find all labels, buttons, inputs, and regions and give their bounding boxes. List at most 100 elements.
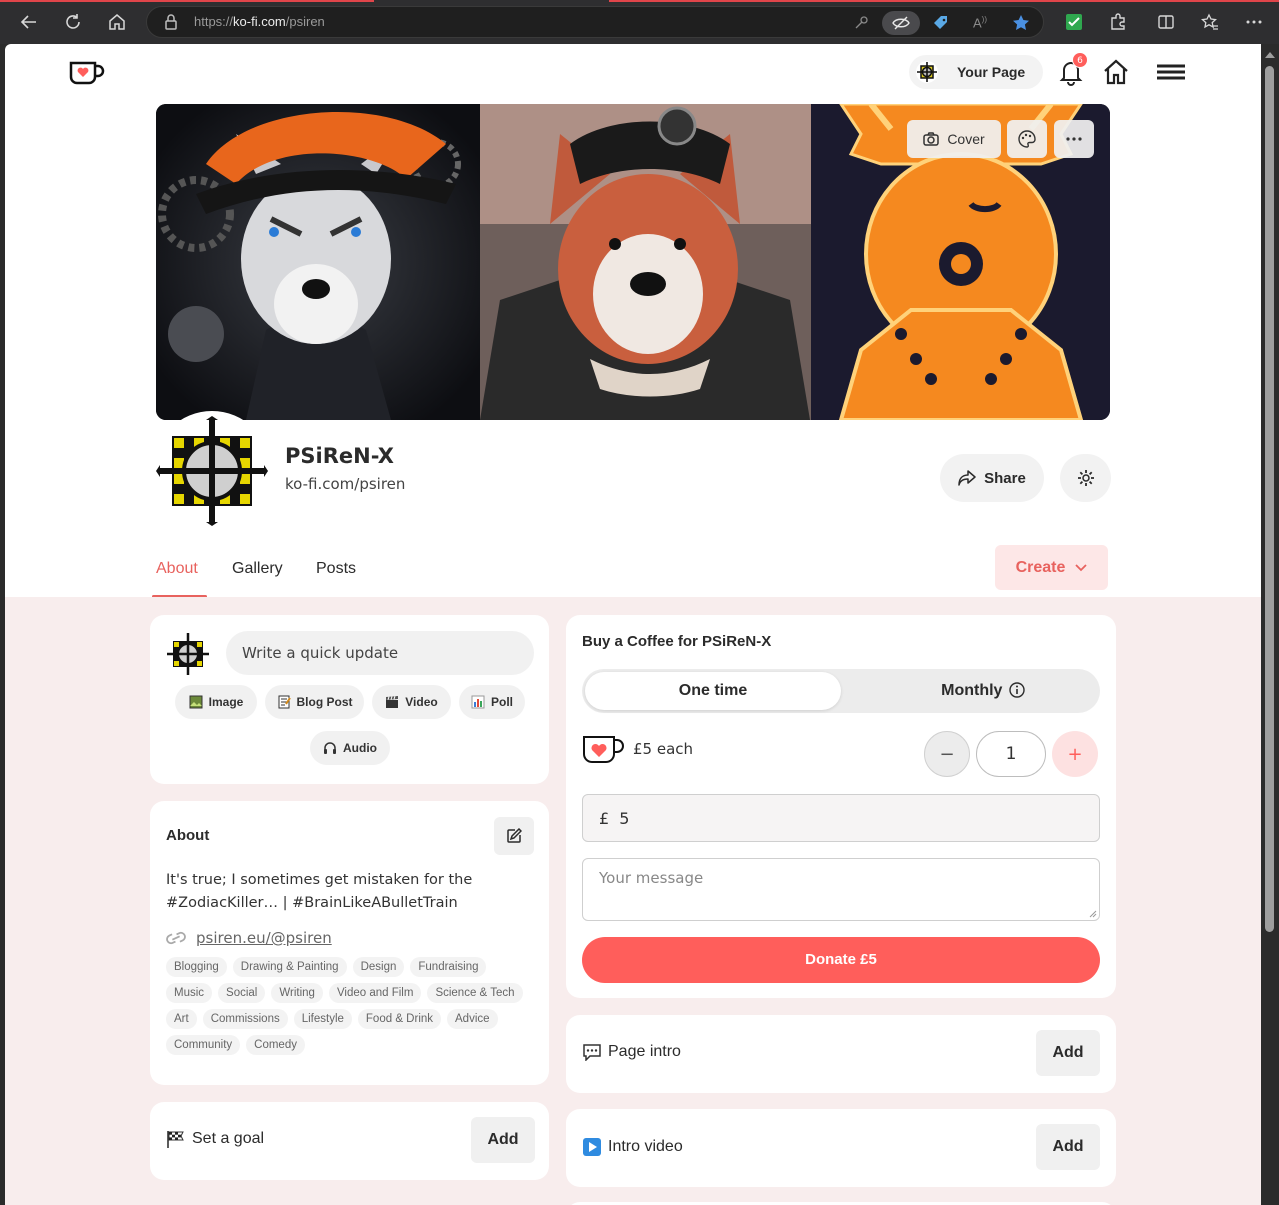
message-placeholder: Your message (599, 869, 704, 887)
goal-card: Set a goal Add (150, 1102, 549, 1180)
image-post-label: Image (208, 695, 244, 709)
coffee-title: Buy a Coffee for PSiReN-X (582, 633, 772, 650)
share-label: Share (984, 469, 1026, 487)
shopping-tag-icon[interactable] (929, 11, 953, 35)
profile-name: PSiReN-X (285, 444, 394, 468)
palette-button[interactable] (1007, 120, 1047, 158)
tag-chip[interactable]: Commissions (202, 1009, 288, 1029)
tag-chip[interactable]: Comedy (246, 1035, 305, 1055)
tab-gallery[interactable]: Gallery (232, 560, 283, 578)
tag-chip[interactable]: Music (166, 983, 213, 1003)
scroll-up-arrow[interactable] (1265, 52, 1275, 58)
favorite-star-icon[interactable] (1009, 11, 1033, 35)
intro-video-row: Intro video (582, 1137, 683, 1157)
tag-chip[interactable]: Art (166, 1009, 197, 1029)
headphones-icon (324, 742, 336, 754)
quick-update-input[interactable]: Write a quick update (226, 631, 534, 675)
split-screen-icon[interactable] (1152, 8, 1180, 36)
refresh-icon[interactable] (59, 8, 87, 36)
add-page-intro-button[interactable]: Add (1036, 1030, 1100, 1076)
info-icon[interactable] (1009, 682, 1025, 698)
scrollbar-thumb[interactable] (1265, 66, 1274, 932)
tag-chip[interactable]: Fundraising (410, 957, 487, 977)
increase-quantity-button[interactable]: + (1052, 731, 1098, 777)
video-post-button[interactable]: Video (372, 685, 451, 719)
cover-panel-dog (480, 104, 811, 420)
resize-handle-icon[interactable] (1089, 910, 1097, 918)
read-aloud-icon[interactable]: A)) (968, 11, 992, 35)
palette-icon (1018, 130, 1036, 148)
amount-value: 5 (619, 808, 630, 828)
amount-input[interactable]: £ 5 (582, 794, 1100, 842)
add-goal-button[interactable]: Add (471, 1117, 535, 1163)
tab-indicator (0, 0, 374, 2)
memo-icon (278, 695, 291, 709)
cover-button[interactable]: Cover (907, 120, 1001, 158)
create-dropdown-button[interactable]: Create (995, 545, 1108, 590)
tracking-prevention-icon[interactable] (882, 11, 920, 35)
share-button[interactable]: Share (940, 454, 1044, 502)
notification-badge: 6 (1072, 52, 1088, 68)
decrease-quantity-button[interactable]: − (924, 731, 970, 777)
profile-avatar[interactable] (156, 414, 268, 526)
goal-row: Set a goal (166, 1130, 264, 1148)
about-link[interactable]: psiren.eu/@psiren (166, 929, 332, 947)
share-icon (958, 470, 976, 486)
extensions-puzzle-icon[interactable] (1104, 8, 1132, 36)
kofi-logo[interactable] (69, 60, 105, 86)
monthly-label: Monthly (941, 682, 1003, 699)
add-intro-video-button[interactable]: Add (1036, 1124, 1100, 1170)
audio-post-button[interactable]: Audio (310, 731, 390, 765)
favorites-icon[interactable] (1196, 8, 1224, 36)
more-cover-options-button[interactable] (1054, 120, 1094, 158)
currency-symbol: £ (599, 808, 610, 828)
tag-chip[interactable]: Advice (447, 1009, 498, 1029)
one-time-option[interactable]: One time (585, 672, 841, 710)
chequered-flag-icon (167, 1131, 184, 1148)
donate-button[interactable]: Donate £5 (582, 937, 1100, 983)
tag-chip[interactable]: Video and Film (328, 983, 422, 1003)
poll-post-label: Poll (490, 695, 513, 709)
play-button-icon (583, 1138, 601, 1156)
address-bar[interactable]: https://ko-fi.com/psiren A)) (146, 6, 1044, 38)
back-icon[interactable] (15, 8, 43, 36)
tag-chip[interactable]: Social (218, 983, 266, 1003)
monthly-option[interactable]: Monthly (868, 669, 1098, 713)
audio-post-label: Audio (343, 741, 377, 755)
extension-check-icon[interactable] (1060, 8, 1088, 36)
poll-post-button[interactable]: Poll (459, 685, 525, 719)
tab-indicator (609, 0, 1279, 2)
message-textarea[interactable]: Your message (582, 858, 1100, 921)
tag-chip[interactable]: Lifestyle (293, 1009, 352, 1029)
more-options-icon[interactable] (1240, 8, 1268, 36)
image-post-button[interactable]: Image (175, 685, 257, 719)
quantity-field[interactable]: 1 (976, 731, 1046, 777)
tag-chip[interactable]: Blogging (166, 957, 227, 977)
home-icon[interactable] (1101, 57, 1131, 87)
edit-about-button[interactable] (494, 817, 534, 855)
tab-posts[interactable]: Posts (316, 560, 356, 578)
home-icon[interactable] (103, 8, 131, 36)
tag-chip[interactable]: Science & Tech (427, 983, 523, 1003)
bar-chart-icon (471, 695, 485, 709)
key-icon[interactable] (849, 11, 873, 35)
page-intro-row: Page intro (582, 1043, 681, 1061)
tag-chip[interactable]: Writing (271, 983, 323, 1003)
about-link-text[interactable]: psiren.eu/@psiren (196, 929, 332, 947)
hamburger-menu-icon[interactable] (1156, 57, 1186, 87)
tab-about[interactable]: About (156, 560, 198, 578)
tag-chip[interactable]: Community (166, 1035, 241, 1055)
cover-panel-wolf (156, 104, 480, 420)
page-viewport: Your Page 6 Cover PSiReN-X ko-fi.com/psi… (5, 44, 1261, 1205)
your-page-button[interactable]: Your Page (909, 55, 1043, 89)
tag-list: Blogging Drawing & Painting Design Fundrais… (166, 957, 536, 1055)
lock-icon[interactable] (163, 13, 179, 31)
intro-video-card: Intro video Add (566, 1109, 1116, 1187)
blog-post-button[interactable]: Blog Post (265, 685, 364, 719)
tag-chip[interactable]: Design (352, 957, 405, 977)
settings-button[interactable] (1060, 454, 1111, 502)
tag-chip[interactable]: Drawing & Painting (232, 957, 347, 977)
image-icon (189, 695, 203, 709)
tag-chip[interactable]: Food & Drink (357, 1009, 442, 1029)
scrollbar[interactable] (1261, 44, 1279, 1205)
